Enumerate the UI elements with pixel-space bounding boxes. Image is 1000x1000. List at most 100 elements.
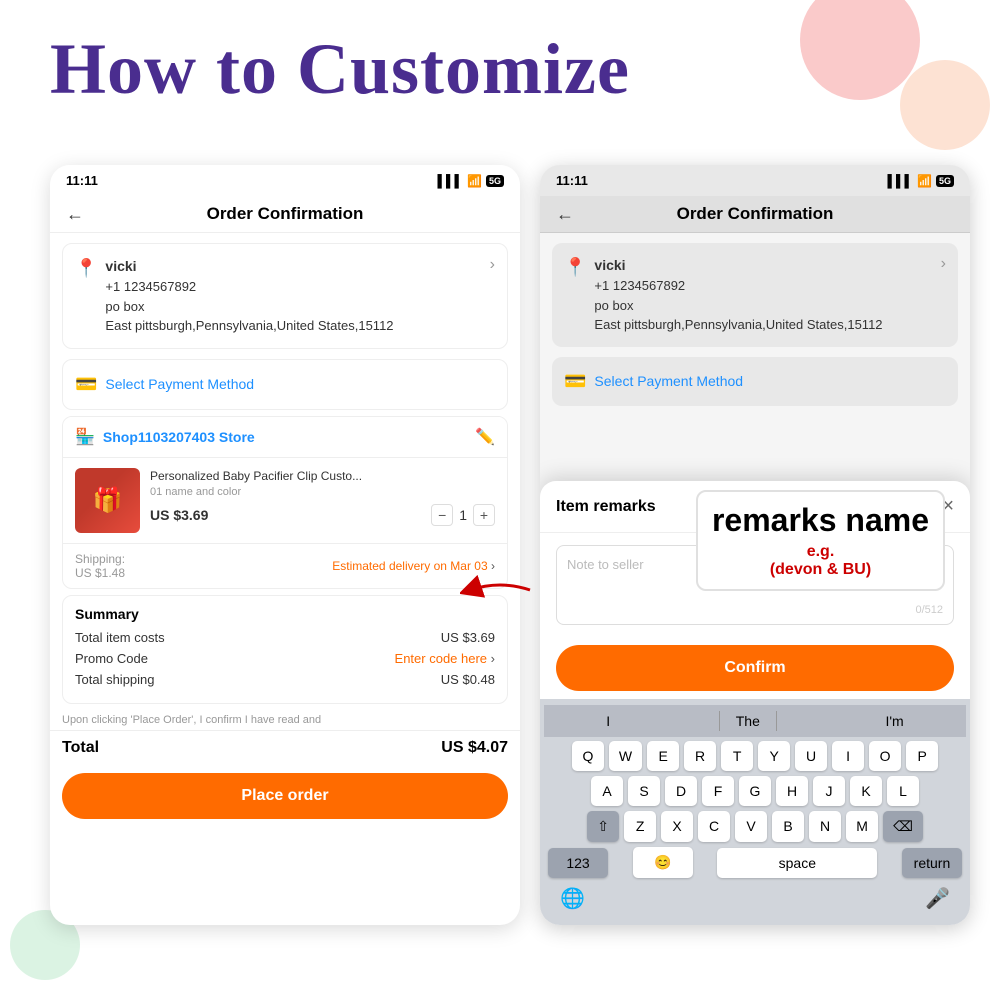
key-k[interactable]: K (850, 776, 882, 806)
key-i[interactable]: I (832, 741, 864, 771)
key-b[interactable]: B (772, 811, 804, 842)
key-w[interactable]: W (609, 741, 642, 771)
keyboard-footer: 🌐 🎤 (544, 878, 966, 919)
key-e[interactable]: E (647, 741, 679, 771)
store-name[interactable]: Shop1103207403 Store (103, 429, 255, 445)
suggestion-i[interactable]: I (590, 711, 626, 731)
payment-card[interactable]: 💳 Select Payment Method (62, 359, 508, 410)
total-shipping-row: Total shipping US $0.48 (75, 672, 495, 687)
product-details: Personalized Baby Pacifier Clip Custo...… (150, 468, 495, 533)
status-bar-right: 11:11 ▌▌▌ 📶 5G (540, 165, 970, 196)
payment-label: Select Payment Method (105, 376, 254, 392)
5g-badge: 5G (486, 175, 504, 187)
address-city-right: East pittsburgh,Pennsylvania,United Stat… (594, 315, 932, 335)
key-r[interactable]: R (684, 741, 716, 771)
key-o[interactable]: O (869, 741, 901, 771)
back-button-right[interactable]: ← (556, 204, 574, 225)
key-a[interactable]: A (591, 776, 623, 806)
qty-value: 1 (459, 507, 467, 523)
address-city: East pittsburgh,Pennsylvania,United Stat… (105, 316, 481, 336)
key-m[interactable]: M (846, 811, 878, 842)
phone-header-right: ← Order Confirmation (540, 196, 970, 233)
keyboard-suggestions: I The I'm (544, 705, 966, 737)
phone-header-left: ← Order Confirmation (50, 196, 520, 233)
total-row: Total US $4.07 (50, 730, 520, 765)
payment-icon: 💳 (75, 374, 97, 395)
key-s[interactable]: S (628, 776, 660, 806)
back-button-left[interactable]: ← (66, 204, 84, 225)
qty-decrease-button[interactable]: − (431, 504, 453, 526)
total-value: US $4.07 (441, 739, 508, 757)
product-variant: 01 name and color (150, 486, 495, 498)
key-backspace[interactable]: ⌫ (883, 811, 923, 842)
mic-icon[interactable]: 🎤 (925, 886, 950, 911)
product-price-row: US $3.69 − 1 + (150, 504, 495, 526)
chevron-right-icon: › (490, 256, 495, 274)
address-pobox: po box (105, 297, 481, 317)
key-l[interactable]: L (887, 776, 919, 806)
suggestion-im[interactable]: I'm (869, 711, 919, 731)
globe-icon[interactable]: 🌐 (560, 886, 585, 911)
address-info: vicki +1 1234567892 po box East pittsbur… (105, 256, 481, 336)
header-title-right: Order Confirmation (677, 204, 834, 224)
phone-content-left: 📍 vicki +1 1234567892 po box East pittsb… (50, 243, 520, 827)
key-f[interactable]: F (702, 776, 734, 806)
key-h[interactable]: H (776, 776, 808, 806)
key-return[interactable]: return (902, 848, 962, 878)
status-icons-left: ▌▌▌ 📶 5G (438, 174, 504, 188)
total-shipping-value: US $0.48 (441, 672, 495, 687)
key-q[interactable]: Q (572, 741, 604, 771)
keyboard-row-1: Q W E R T Y U I O P (544, 741, 966, 771)
key-shift[interactable]: ⇧ (587, 811, 619, 842)
qty-increase-button[interactable]: + (473, 504, 495, 526)
disclaimer-text: Upon clicking 'Place Order', I confirm I… (50, 710, 520, 730)
store-section: 🏪 Shop1103207403 Store ✏️ 🎁 Personalized… (62, 416, 508, 589)
total-shipping-label: Total shipping (75, 672, 155, 687)
signal-icon: ▌▌▌ (438, 174, 464, 188)
keyboard-row-3: ⇧ Z X C V B N M ⌫ (544, 811, 966, 842)
on-screen-keyboard: I The I'm Q W E R T Y U I O P A S D F (540, 699, 970, 925)
page-title: How to Customize (50, 28, 630, 111)
key-v[interactable]: V (735, 811, 767, 842)
promo-label: Promo Code (75, 651, 148, 666)
key-c[interactable]: C (698, 811, 730, 842)
payment-label-right: Select Payment Method (594, 373, 743, 389)
wifi-icon-right: 📶 (917, 174, 932, 188)
key-g[interactable]: G (739, 776, 771, 806)
key-y[interactable]: Y (758, 741, 790, 771)
note-to-seller-placeholder[interactable]: Note to seller (567, 557, 644, 572)
status-time-right: 11:11 (556, 173, 588, 188)
suggestion-the[interactable]: The (719, 711, 777, 731)
key-n[interactable]: N (809, 811, 841, 842)
total-item-value: US $3.69 (441, 630, 495, 645)
location-icon: 📍 (75, 258, 97, 279)
promo-value[interactable]: Enter code here › (395, 651, 495, 666)
address-card[interactable]: 📍 vicki +1 1234567892 po box East pittsb… (62, 243, 508, 349)
5g-badge-right: 5G (936, 175, 954, 187)
address-name-right: vicki (594, 255, 932, 276)
payment-icon-right: 💳 (564, 371, 586, 392)
promo-row[interactable]: Promo Code Enter code here › (75, 651, 495, 666)
key-t[interactable]: T (721, 741, 753, 771)
key-d[interactable]: D (665, 776, 697, 806)
char-count: 0/512 (915, 604, 943, 616)
key-emoji[interactable]: 😊 (633, 847, 693, 878)
key-space[interactable]: space (717, 848, 877, 878)
key-z[interactable]: Z (624, 811, 656, 842)
key-j[interactable]: J (813, 776, 845, 806)
key-u[interactable]: U (795, 741, 827, 771)
qty-controls: − 1 + (431, 504, 495, 526)
address-phone-right: +1 1234567892 (594, 276, 932, 296)
place-order-button[interactable]: Place order (62, 773, 508, 819)
status-time-left: 11:11 (66, 173, 98, 188)
key-x[interactable]: X (661, 811, 693, 842)
confirm-button[interactable]: Confirm (556, 645, 954, 691)
payment-card-dark[interactable]: 💳 Select Payment Method (552, 357, 958, 406)
edit-icon[interactable]: ✏️ (475, 427, 495, 447)
address-card-dark[interactable]: 📍 vicki +1 1234567892 po box East pittsb… (552, 243, 958, 347)
product-img-inner: 🎁 (75, 468, 140, 533)
remarks-name-text: remarks name (712, 502, 929, 539)
key-123[interactable]: 123 (548, 848, 608, 878)
key-p[interactable]: P (906, 741, 938, 771)
modal-title: Item remarks (556, 498, 656, 516)
